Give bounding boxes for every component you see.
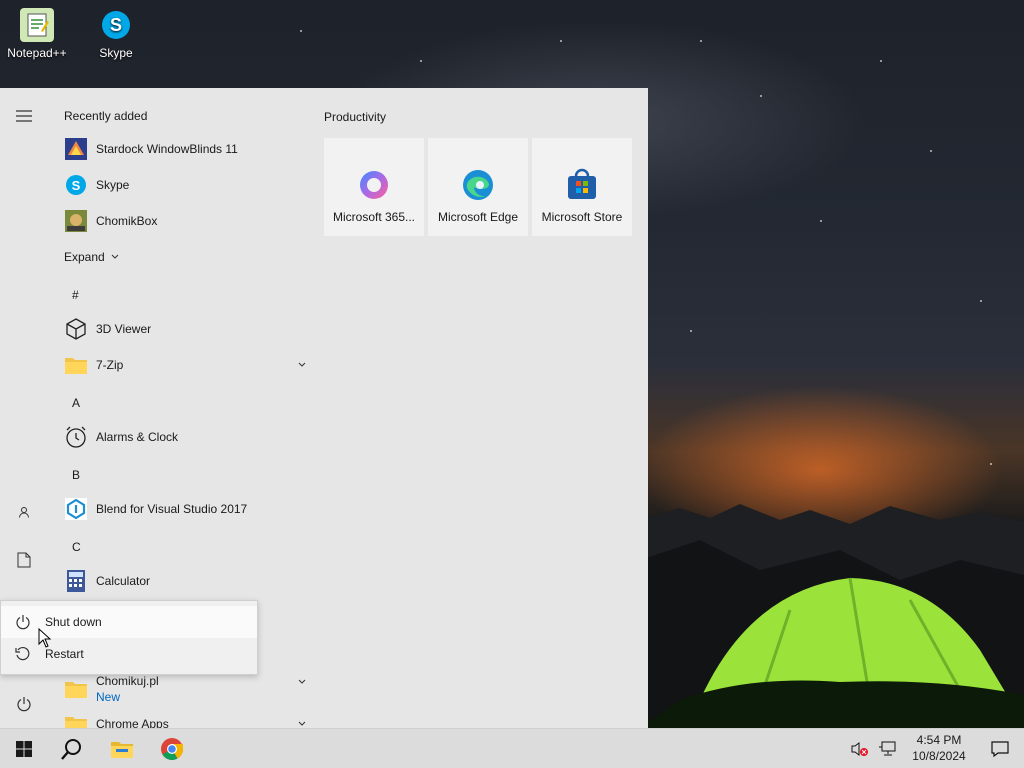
desktop-icon-skype[interactable]: S Skype (81, 8, 151, 60)
app-chomikuj-pl[interactable]: Chomikuj.pl New (64, 672, 306, 706)
notifications-icon (991, 741, 1009, 757)
action-center-button[interactable] (976, 729, 1024, 768)
app-skype[interactable]: S Skype (64, 169, 304, 201)
group-letter-b[interactable]: B (72, 468, 80, 482)
volume-button[interactable] (846, 729, 874, 768)
tile-microsoft-365[interactable]: Microsoft 365... (324, 138, 424, 236)
restart-icon (1, 646, 45, 662)
user-account-button[interactable] (0, 492, 48, 532)
user-icon (19, 507, 29, 518)
start-button[interactable] (0, 729, 48, 768)
folder-icon (64, 677, 88, 701)
app-chrome-apps[interactable]: Chrome Apps (64, 708, 306, 728)
app-chomikbox[interactable]: ChomikBox (64, 205, 304, 237)
chomikbox-icon (64, 209, 88, 233)
app-blend-vs-2017[interactable]: Blend for Visual Studio 2017 (64, 493, 304, 525)
chrome-button[interactable] (148, 729, 196, 768)
alarm-clock-icon (64, 425, 88, 449)
new-badge: New (96, 690, 121, 704)
expand-button[interactable]: Expand (64, 241, 144, 273)
windowblinds-icon (64, 137, 88, 161)
folder-icon (64, 712, 88, 728)
search-icon (61, 739, 81, 760)
group-letter-a[interactable]: A (72, 396, 80, 410)
mountain-tent-scene (640, 504, 1024, 728)
document-icon (17, 552, 31, 568)
group-letter-c[interactable]: C (72, 540, 81, 554)
svg-text:S: S (72, 178, 81, 193)
app-stardock-windowblinds[interactable]: Stardock WindowBlinds 11 (64, 133, 304, 165)
taskbar: 4:54 PM 10/8/2024 (0, 728, 1024, 768)
hamburger-icon (16, 110, 32, 122)
chevron-down-icon (298, 679, 306, 684)
tile-microsoft-store[interactable]: Microsoft Store (532, 138, 632, 236)
clock-date: 10/8/2024 (912, 749, 966, 763)
file-explorer-icon (111, 742, 133, 758)
menu-hamburger-button[interactable] (0, 96, 48, 136)
group-letter-hash[interactable]: # (72, 288, 79, 302)
edge-icon (463, 170, 493, 200)
folder-icon (64, 353, 88, 377)
power-icon (17, 697, 31, 712)
windows-logo-icon (16, 741, 32, 757)
app-alarms-clock[interactable]: Alarms & Clock (64, 421, 304, 453)
app-calculator[interactable]: Calculator (64, 565, 304, 597)
desktop-icon-label: Notepad++ (7, 46, 67, 60)
skype-icon: S (99, 8, 133, 42)
network-icon (879, 741, 896, 756)
shut-down-label: Shut down (45, 615, 102, 629)
network-button[interactable] (874, 729, 900, 768)
volume-muted-icon (851, 742, 868, 756)
chevron-down-icon (298, 362, 306, 367)
tile-microsoft-edge[interactable]: Microsoft Edge (428, 138, 528, 236)
documents-button[interactable] (0, 540, 48, 580)
blend-icon (64, 497, 88, 521)
store-icon (568, 168, 596, 199)
svg-text:S: S (110, 15, 122, 35)
tiles-panel: Productivity Microsoft 365... Microsoft … (312, 88, 648, 728)
tiles-group-title: Productivity (324, 110, 387, 124)
app-3d-viewer[interactable]: 3D Viewer (64, 313, 304, 345)
power-button[interactable] (0, 684, 48, 724)
desktop-icon-label: Skype (99, 46, 133, 60)
calculator-icon (64, 569, 88, 593)
skype-icon: S (64, 173, 88, 197)
chevron-down-icon (111, 254, 119, 259)
clock-time: 4:54 PM (916, 733, 962, 747)
chevron-down-icon (298, 721, 306, 726)
file-explorer-button[interactable] (98, 729, 146, 768)
microsoft-365-icon (360, 171, 388, 199)
desktop-icon-notepad-plus-plus[interactable]: Notepad++ (2, 8, 72, 60)
taskbar-clock[interactable]: 4:54 PM 10/8/2024 (900, 732, 978, 764)
restart-label: Restart (45, 647, 84, 661)
search-button[interactable] (48, 729, 96, 768)
chrome-icon (161, 738, 183, 760)
app-7-zip[interactable]: 7-Zip (64, 349, 306, 381)
mouse-cursor-icon (38, 628, 52, 648)
recently-added-heading: Recently added (64, 109, 148, 123)
notepad-plus-plus-icon (20, 8, 54, 42)
cube-icon (64, 317, 88, 341)
